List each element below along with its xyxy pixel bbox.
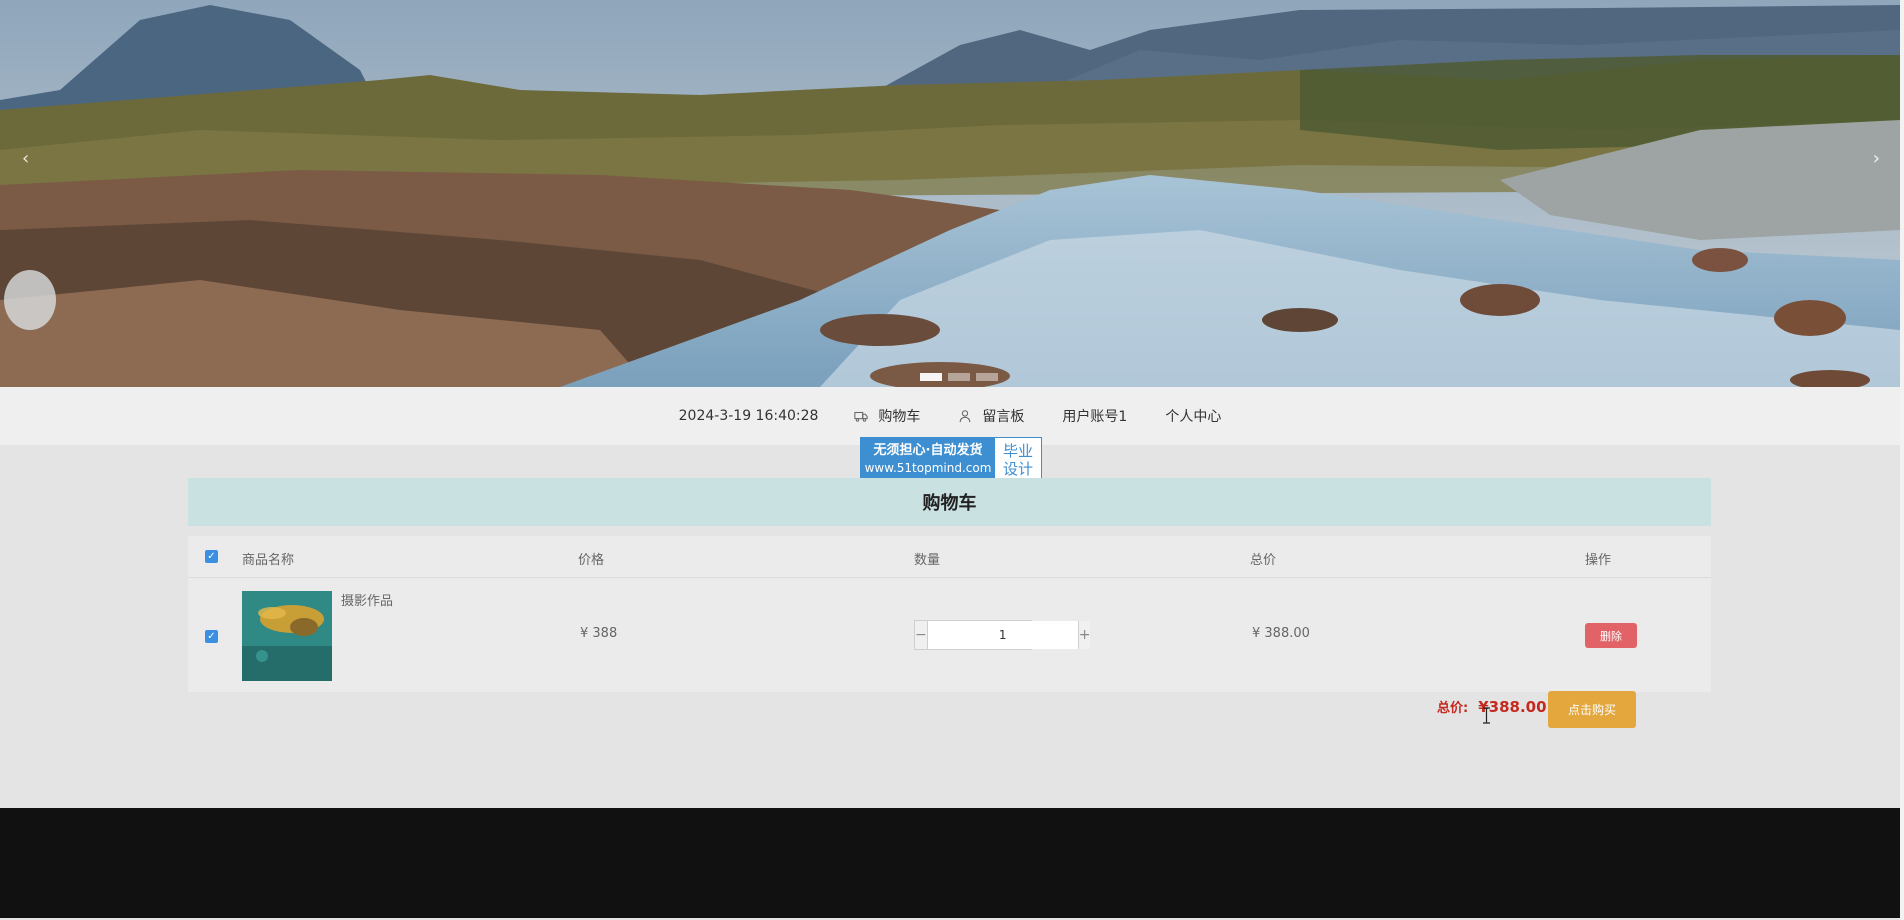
watermark-slogan: 无须担心·自动发货 xyxy=(873,443,983,458)
quantity-increase-button[interactable]: + xyxy=(1077,621,1091,649)
quantity-decrease-button[interactable]: − xyxy=(915,621,928,649)
watermark-right-line2: 设计 xyxy=(1002,459,1033,478)
carousel-dot-1[interactable] xyxy=(920,373,942,381)
footer xyxy=(0,808,1900,918)
watermark-right: 毕业 设计 xyxy=(995,438,1041,481)
carousel-dot-3[interactable] xyxy=(976,373,998,381)
header-product-name: 商品名称 xyxy=(242,553,295,568)
header-action: 操作 xyxy=(1585,553,1612,568)
table-row: ✓ 摄影作品 ¥ 388 − + ¥ 388.00 删除 xyxy=(188,578,1711,692)
cart-title: 购物车 xyxy=(922,493,977,514)
header-price: 价格 xyxy=(578,553,605,568)
carousel-dot-2[interactable] xyxy=(948,373,970,381)
select-all-checkbox[interactable]: ✓ xyxy=(205,550,218,563)
scrollbar-gutter xyxy=(1900,0,1904,920)
header-total: 总价 xyxy=(1250,553,1277,568)
delete-button[interactable]: 删除 xyxy=(1585,623,1637,648)
watermark-left: 无须担心·自动发货 www.51topmind.com xyxy=(861,438,995,481)
cart-summary: 总价: ¥388.00 xyxy=(1437,697,1547,716)
truck-icon xyxy=(854,411,869,422)
carousel-next-arrow[interactable]: › xyxy=(1873,148,1880,169)
cart-table-header: ✓ 商品名称 价格 数量 总价 操作 xyxy=(188,536,1711,578)
carousel-indicators xyxy=(920,373,998,381)
watermark-url: www.51topmind.com xyxy=(864,461,992,475)
watermark-badge: 无须担心·自动发货 www.51topmind.com 毕业 设计 xyxy=(860,437,1042,482)
nav-item-label: 购物车 xyxy=(878,409,921,425)
nav-item-label: 用户账号1 xyxy=(1062,409,1128,425)
banner-landscape-image xyxy=(0,0,1900,387)
product-total: ¥ 388.00 xyxy=(1252,626,1310,641)
cart-title-bar: 购物车 xyxy=(188,478,1711,526)
nav-item-profile[interactable]: 个人中心 xyxy=(1165,406,1221,426)
quantity-stepper: − + xyxy=(914,620,1091,650)
current-datetime: 2024-3-19 16:40:28 xyxy=(678,408,819,424)
product-name[interactable]: 摄影作品 xyxy=(341,590,393,609)
nav-item-label: 留言板 xyxy=(982,409,1025,425)
buy-button[interactable]: 点击购买 xyxy=(1548,691,1636,728)
nav-item-label: 个人中心 xyxy=(1165,409,1222,425)
nav-item-account[interactable]: 用户账号1 xyxy=(1062,406,1127,426)
checkmark-icon: ✓ xyxy=(207,551,216,562)
nav-item-cart[interactable]: 购物车 xyxy=(854,406,920,426)
checkmark-icon: ✓ xyxy=(207,631,216,642)
total-label: 总价: xyxy=(1437,701,1469,716)
user-icon xyxy=(960,410,971,423)
product-price: ¥ 388 xyxy=(580,626,618,641)
nav-item-messageboard[interactable]: 留言板 xyxy=(958,406,1024,426)
quantity-input[interactable] xyxy=(927,621,1078,649)
text-cursor-icon xyxy=(1483,707,1490,724)
item-checkbox[interactable]: ✓ xyxy=(205,630,218,643)
cart-table: ✓ 商品名称 价格 数量 总价 操作 ✓ 摄影作品 ¥ 388 − + ¥ 38… xyxy=(188,536,1711,692)
header-quantity: 数量 xyxy=(914,553,941,568)
watermark-right-line1: 毕业 xyxy=(1002,441,1033,460)
carousel-prev-arrow[interactable]: ‹ xyxy=(22,148,29,169)
product-thumbnail[interactable] xyxy=(242,591,332,681)
banner-carousel: ‹ › xyxy=(0,0,1900,387)
